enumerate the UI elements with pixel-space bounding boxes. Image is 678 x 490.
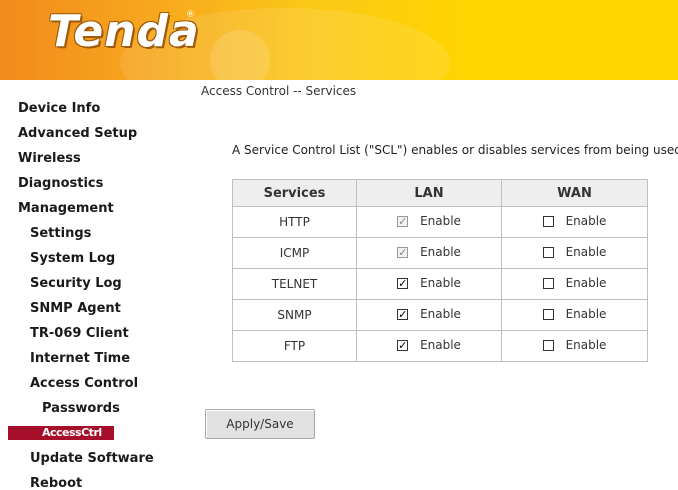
wan-cell: Enable xyxy=(501,237,648,269)
wan-enable-option: Enable xyxy=(542,338,607,353)
table-header-row: Services LAN WAN xyxy=(232,179,648,207)
apply-save-button[interactable]: Apply/Save xyxy=(205,409,315,439)
table-row: TELNET Enable Enable xyxy=(232,268,648,300)
lan-enable-option: Enable xyxy=(397,307,461,321)
sidebar-item-diagnostics[interactable]: Diagnostics xyxy=(18,176,103,191)
service-name: ICMP xyxy=(232,237,357,269)
sidebar-item-tr069-client[interactable]: TR-069 Client xyxy=(30,326,129,341)
enable-label: Enable xyxy=(420,307,461,322)
lan-enable-checkbox xyxy=(397,215,409,227)
enable-label: Enable xyxy=(565,245,607,260)
sidebar-item-advanced-setup[interactable]: Advanced Setup xyxy=(18,126,137,141)
table-row: FTP Enable Enable xyxy=(232,330,648,362)
sidebar-item-internet-time[interactable]: Internet Time xyxy=(30,351,130,366)
lan-enable-checkbox[interactable] xyxy=(397,339,409,351)
wan-enable-option: Enable xyxy=(542,214,607,229)
lan-cell: Enable xyxy=(356,206,502,238)
wan-cell: Enable xyxy=(501,330,648,362)
lan-enable-option: Enable xyxy=(397,276,461,290)
sidebar-item-update-software[interactable]: Update Software xyxy=(30,451,154,466)
service-name: HTTP xyxy=(232,206,357,238)
sidebar-item-accessctrl[interactable]: AccessCtrl xyxy=(42,426,102,440)
sidebar-item-wireless[interactable]: Wireless xyxy=(18,151,81,166)
enable-label: Enable xyxy=(420,276,461,291)
wan-enable-checkbox[interactable] xyxy=(542,277,554,289)
sidebar-item-snmp-agent[interactable]: SNMP Agent xyxy=(30,301,121,316)
sidebar-item-passwords[interactable]: Passwords xyxy=(42,401,120,416)
wan-enable-checkbox[interactable] xyxy=(542,308,554,320)
table-row: SNMP Enable Enable xyxy=(232,299,648,331)
sidebar-item-settings[interactable]: Settings xyxy=(30,226,91,241)
wan-enable-checkbox[interactable] xyxy=(542,215,554,227)
service-name: SNMP xyxy=(232,299,357,331)
sidebar-item-system-log[interactable]: System Log xyxy=(30,251,115,266)
wan-cell: Enable xyxy=(501,268,648,300)
table-row: HTTP Enable Enable xyxy=(232,206,648,238)
lan-cell: Enable xyxy=(356,237,502,269)
service-control-table: Services LAN WAN HTTP Enable Enable ICMP Ena… xyxy=(232,179,648,362)
sidebar-item-reboot[interactable]: Reboot xyxy=(30,476,82,490)
sidebar-item-device-info[interactable]: Device Info xyxy=(18,101,100,116)
column-header-wan: WAN xyxy=(501,179,648,207)
lan-enable-option: Enable xyxy=(397,214,461,228)
header-banner: Tenda ® xyxy=(0,0,678,80)
lan-cell: Enable xyxy=(356,330,502,362)
wan-enable-checkbox[interactable] xyxy=(542,339,554,351)
lan-enable-checkbox[interactable] xyxy=(397,277,409,289)
lan-enable-checkbox[interactable] xyxy=(397,308,409,320)
enable-label: Enable xyxy=(420,214,461,229)
lan-cell: Enable xyxy=(356,268,502,300)
lan-cell: Enable xyxy=(356,299,502,331)
breadcrumb: Access Control -- Services xyxy=(201,84,357,98)
enable-label: Enable xyxy=(420,338,461,353)
service-name: TELNET xyxy=(232,268,357,300)
wan-cell: Enable xyxy=(501,299,648,331)
sidebar-item-security-log[interactable]: Security Log xyxy=(30,276,122,291)
sidebar-item-access-control[interactable]: Access Control xyxy=(30,376,138,391)
enable-label: Enable xyxy=(420,245,461,260)
enable-label: Enable xyxy=(565,307,607,322)
table-row: ICMP Enable Enable xyxy=(232,237,648,269)
column-header-lan: LAN xyxy=(356,179,502,207)
enable-label: Enable xyxy=(565,214,607,229)
wan-cell: Enable xyxy=(501,206,648,238)
service-name: FTP xyxy=(232,330,357,362)
wan-enable-option: Enable xyxy=(542,307,607,322)
sidebar-item-management[interactable]: Management xyxy=(18,201,114,216)
wan-enable-checkbox[interactable] xyxy=(542,246,554,258)
page-description: A Service Control List ("SCL") enables o… xyxy=(232,143,678,157)
lan-enable-option: Enable xyxy=(397,338,461,352)
registered-mark: ® xyxy=(186,10,195,20)
tenda-logo: Tenda xyxy=(48,6,200,57)
lan-enable-option: Enable xyxy=(397,245,461,259)
sidebar-nav: Device Info Advanced Setup Wireless Diag… xyxy=(0,80,188,490)
enable-label: Enable xyxy=(565,338,607,353)
wan-enable-option: Enable xyxy=(542,245,607,260)
wan-enable-option: Enable xyxy=(542,276,607,291)
lan-enable-checkbox xyxy=(397,246,409,258)
enable-label: Enable xyxy=(565,276,607,291)
column-header-services: Services xyxy=(232,179,357,207)
